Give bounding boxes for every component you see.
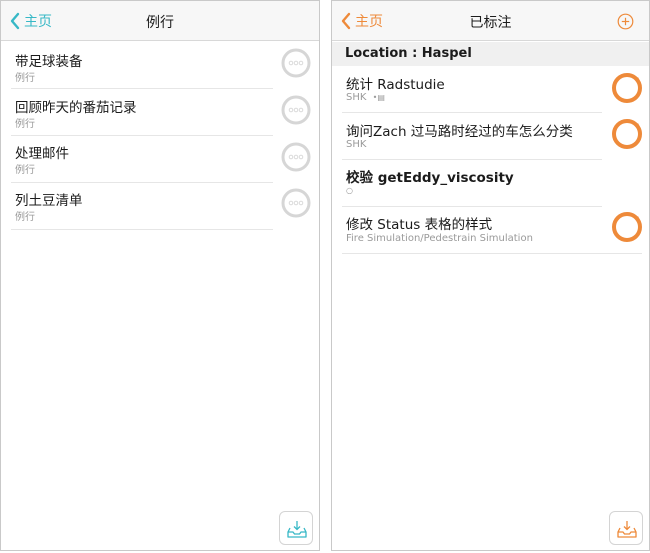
section-header: Location : Haspel <box>332 42 649 66</box>
routine-screen: 主页 例行 带足球装备 例行 回顾昨天的番茄记录 例行 处理邮件 例行 列土豆清… <box>0 0 320 551</box>
task-subtitle: 例行 <box>15 119 35 130</box>
navigation-bar: 主页 例行 <box>1 1 319 41</box>
task-title: 列土豆清单 <box>15 193 83 209</box>
list-item[interactable]: 处理邮件 例行 <box>1 136 319 182</box>
inbox-download-icon <box>617 521 637 538</box>
flagged-screen: 主页 已标注 Location : Haspel 统计 Radstudie SH… <box>331 0 650 551</box>
divider <box>342 253 642 254</box>
task-subtitle: 例行 <box>15 212 35 223</box>
plus-circle-icon[interactable] <box>617 13 634 30</box>
task-subtitle-text: SHK <box>346 92 367 103</box>
inbox-button[interactable] <box>279 511 313 545</box>
section-label: Location : Haspel <box>345 46 472 61</box>
page-title: 例行 <box>146 15 174 31</box>
note-icon: •▤ <box>372 93 385 102</box>
task-subtitle: 例行 <box>15 165 35 176</box>
inbox-download-icon <box>287 521 307 538</box>
list-item[interactable]: 带足球装备 例行 <box>1 42 319 88</box>
task-title: 回顾昨天的番茄记录 <box>15 100 137 116</box>
status-ring-icon[interactable] <box>281 142 311 172</box>
navigation-bar: 主页 已标注 <box>332 1 649 41</box>
inbox-button[interactable] <box>609 511 643 545</box>
task-subtitle: 例行 <box>15 73 35 84</box>
list-item[interactable]: 修改 Status 表格的样式 Fire Simulation/Pedestra… <box>332 207 649 253</box>
task-title: 带足球装备 <box>15 54 83 70</box>
divider <box>11 229 273 230</box>
list-item[interactable]: 回顾昨天的番茄记录 例行 <box>1 89 319 135</box>
list-item[interactable]: 列土豆清单 例行 <box>1 183 319 229</box>
task-title: 校验 getEddy_viscosity <box>346 170 514 186</box>
task-title: 统计 Radstudie <box>346 77 445 93</box>
task-title: 处理邮件 <box>15 146 69 162</box>
status-ring-icon[interactable] <box>281 95 311 125</box>
page-title: 已标注 <box>469 15 512 31</box>
status-ring-icon[interactable] <box>611 72 643 104</box>
status-ring-icon[interactable] <box>611 118 643 150</box>
task-title: 修改 Status 表格的样式 <box>346 217 493 233</box>
status-ring-icon[interactable] <box>281 188 311 218</box>
list-item[interactable]: 校验 getEddy_viscosity ○ <box>332 160 649 206</box>
status-ring-icon[interactable] <box>611 211 643 243</box>
list-item[interactable]: 统计 Radstudie SHK •▤ <box>332 66 649 112</box>
task-subtitle: SHK <box>346 139 367 150</box>
repeat-icon: ○ <box>346 186 353 195</box>
task-subtitle: SHK •▤ <box>346 92 385 103</box>
task-subtitle: Fire Simulation/Pedestrain Simulation <box>346 233 533 244</box>
list-item[interactable]: 询问Zach 过马路时经过的车怎么分类 SHK <box>332 113 649 159</box>
status-ring-icon[interactable] <box>281 48 311 78</box>
task-title: 询问Zach 过马路时经过的车怎么分类 <box>346 124 573 140</box>
